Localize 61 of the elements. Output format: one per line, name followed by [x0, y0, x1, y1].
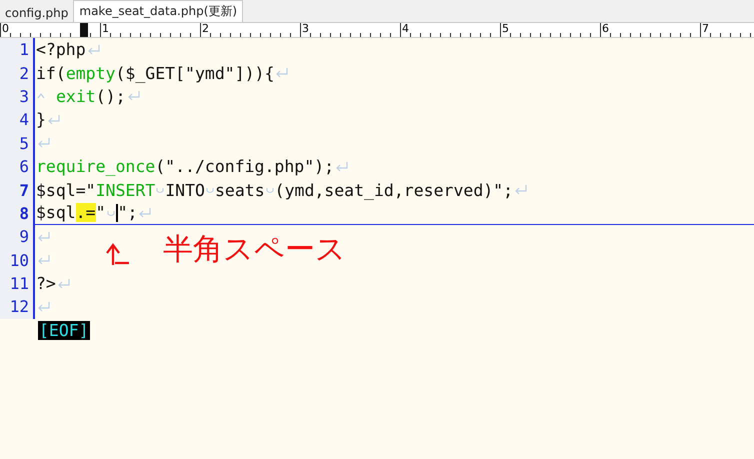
line-number: 8: [19, 204, 29, 223]
line-break-icon: [37, 300, 51, 313]
code-token: }: [36, 110, 46, 130]
line-break-icon: [37, 137, 51, 150]
line-number: 5: [19, 134, 29, 153]
line-break-icon: [37, 254, 51, 266]
ruler-label: 4: [400, 23, 500, 37]
code-token: <?php: [36, 40, 86, 60]
line-number: 7: [19, 180, 29, 200]
file-tab[interactable]: config.php: [0, 4, 74, 22]
line-break-icon: [138, 206, 152, 219]
line-break-icon: [275, 67, 290, 80]
handwritten-note: 半角スペース: [163, 233, 346, 267]
code-token: if(: [36, 64, 66, 83]
code-token: empty: [66, 64, 116, 83]
text-cursor: [116, 204, 118, 222]
code-token: $sql: [36, 203, 76, 222]
code-token: .=: [76, 203, 96, 222]
ruler-label: 1: [100, 23, 200, 37]
ruler-label: 3: [300, 23, 400, 37]
line-break-icon: [335, 160, 350, 173]
code-token: ?>: [36, 274, 56, 294]
line-break-icon: [37, 230, 51, 243]
code-token: seats: [214, 180, 265, 200]
arrow-icon: [105, 243, 131, 267]
code-token: ($_GET["ymd"])){: [115, 64, 274, 83]
line-break-icon: [514, 184, 528, 196]
line-break-icon: [56, 278, 71, 290]
line-break-icon: [46, 114, 61, 126]
file-tab[interactable]: make_seat_data.php(更新): [73, 0, 244, 22]
code-token: ": [96, 203, 106, 222]
code-token: exit: [56, 86, 96, 106]
line-number: 11: [10, 274, 29, 294]
line-number: 6: [19, 157, 29, 176]
cursor-column-marker: [80, 23, 88, 37]
line-number: 3: [19, 86, 29, 106]
eof-marker: [EOF]: [38, 320, 90, 340]
space-mark-icon: [155, 185, 166, 196]
code-token: ("../config.php");: [155, 157, 334, 176]
ruler-label: 2: [200, 23, 300, 37]
line-break-icon: [86, 44, 101, 56]
ruler-label: 5: [500, 23, 600, 37]
line-number: 1: [19, 40, 29, 60]
code-token: (ymd,seat_id,reserved)";: [274, 180, 514, 200]
line-number: 12: [10, 297, 29, 316]
space-mark-icon: [264, 185, 275, 196]
code-token: $sql=": [36, 180, 96, 200]
code-token: ();: [96, 86, 126, 106]
code-token: require_once: [36, 157, 156, 176]
line-number: 10: [10, 250, 29, 270]
ruler-label: 7: [700, 23, 754, 37]
line-number: 2: [19, 64, 29, 83]
code-token: ";: [118, 203, 138, 222]
line-number: 9: [19, 227, 29, 246]
line-break-icon: [126, 90, 141, 102]
tab-mark-icon: [36, 92, 46, 100]
line-number: 4: [19, 110, 29, 130]
ruler-label: 6: [600, 23, 700, 37]
code-token: INSERT: [96, 180, 156, 200]
code-token: INTO: [165, 180, 205, 200]
space-mark-icon: [204, 185, 215, 196]
